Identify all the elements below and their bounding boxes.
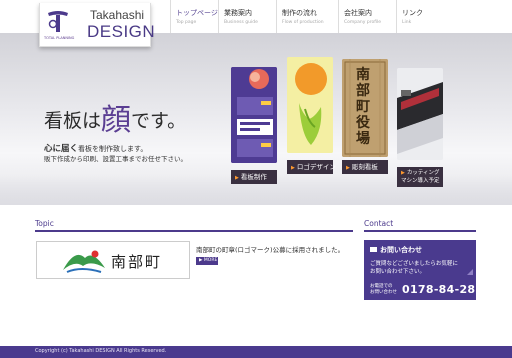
contact-box[interactable]: お問い合わせ ご質問などございましたらお気軽に お問い合わせ下さい。 お電話での…	[364, 240, 491, 300]
nav-item-top[interactable]: トップページ Top page	[170, 0, 218, 33]
product-label-text: 彫刻看板	[351, 163, 378, 171]
product-label: ▶ 彫刻看板	[342, 160, 388, 174]
logo-design-art-icon	[287, 57, 333, 153]
logo-name-bottom: DESIGN	[87, 22, 156, 41]
nav-item-flow[interactable]: 制作の流れ Flow of production	[276, 0, 338, 33]
site-logo[interactable]: TOTAL PLANNING Takahashi DESIGN	[39, 3, 155, 47]
nav-item-business[interactable]: 業務案内 Business guide	[218, 0, 276, 33]
product-label: ▶ カッティングマシン導入予定	[397, 167, 443, 187]
signboard-art-icon	[231, 67, 277, 163]
more-button[interactable]: ▶ MORE	[196, 257, 218, 265]
topic-heading-bar: Topic	[35, 218, 353, 232]
contact-phone-number: 0178-84-2838	[402, 283, 492, 296]
nav-item-company[interactable]: 会社案内 Company profile	[338, 0, 396, 33]
hero-title: 看板は顔です。	[44, 95, 186, 139]
hero-subtitle-rest: 看板を制作致します。	[78, 145, 148, 153]
hero-title-pre: 看板は	[44, 110, 102, 132]
nav-sublabel: Business guide	[224, 20, 258, 25]
site-header: TOTAL PLANNING Takahashi DESIGN トップページ T…	[0, 0, 512, 47]
product-label-text: ロゴデザイン	[296, 163, 336, 171]
product-label: ▶ ロゴデザイン	[287, 160, 336, 174]
topic-text[interactable]: 南部町の町章(ロゴマーク)公募に採用されました。	[196, 244, 344, 254]
topic-thumb-text: 南部町	[111, 253, 163, 271]
cutting-machine-art-icon	[397, 68, 443, 160]
nav-sublabel: Top page	[176, 20, 197, 25]
copyright: Copyright (c) Takahashi DESIGN All Right…	[35, 348, 167, 354]
nav-sublabel: Company profile	[344, 20, 382, 25]
logo-mark-icon	[48, 11, 68, 32]
hero-title-post: です。	[131, 110, 187, 132]
nav-item-link[interactable]: リンク Link	[396, 0, 456, 33]
contact-title-text: お問い合わせ	[380, 246, 422, 254]
product-label: ▶ 看板制作	[231, 170, 277, 184]
product-label-text: 看板制作	[240, 173, 267, 181]
contact-message-1: ご質問などございましたらお気軽に	[370, 261, 458, 267]
logo-name-top: Takahashi	[90, 8, 145, 22]
contact-message-2: お問い合わせ下さい。	[370, 269, 426, 275]
contact-tel-label-2: お問い合わせ	[370, 290, 397, 295]
logo-subtitle: TOTAL PLANNING	[44, 36, 75, 40]
product-label-text: カッティングマシン導入予定	[401, 170, 440, 184]
nav-label: トップページ	[176, 9, 218, 17]
signboard-image	[231, 67, 277, 163]
cutting-machine-image	[397, 68, 443, 160]
mail-icon	[370, 247, 377, 252]
nav-label: 制作の流れ	[282, 9, 317, 17]
main-nav: トップページ Top page 業務案内 Business guide 制作の流…	[170, 0, 456, 33]
contact-heading: Contact	[364, 219, 394, 228]
hero-banner: 看板は顔です。 心に届く看板を制作致します。 販下作成から印刷、設置工事までお任…	[0, 33, 512, 205]
contact-heading-bar: Contact	[364, 218, 476, 232]
corner-arrow-icon	[467, 269, 473, 275]
carved-sign-text: 南部町役場	[356, 67, 370, 147]
logo-design-image	[287, 57, 333, 153]
nav-label: 業務案内	[224, 9, 252, 17]
nav-sublabel: Flow of production	[282, 20, 324, 25]
nav-label: リンク	[402, 9, 423, 17]
hero-title-big: 顔	[101, 103, 132, 138]
town-emblem-icon	[63, 250, 105, 273]
contact-title: お問い合わせ	[370, 245, 422, 255]
topic-heading: Topic	[35, 219, 54, 228]
topic-thumbnail[interactable]: 南部町	[36, 241, 190, 279]
site-footer: Copyright (c) Takahashi DESIGN All Right…	[0, 346, 512, 358]
carved-sign-image: 南部町役場	[342, 59, 388, 157]
hero-subtitle-2: 販下作成から印刷、設置工事までお任せ下さい。	[44, 155, 187, 163]
nav-label: 会社案内	[344, 9, 372, 17]
nav-sublabel: Link	[402, 20, 412, 25]
